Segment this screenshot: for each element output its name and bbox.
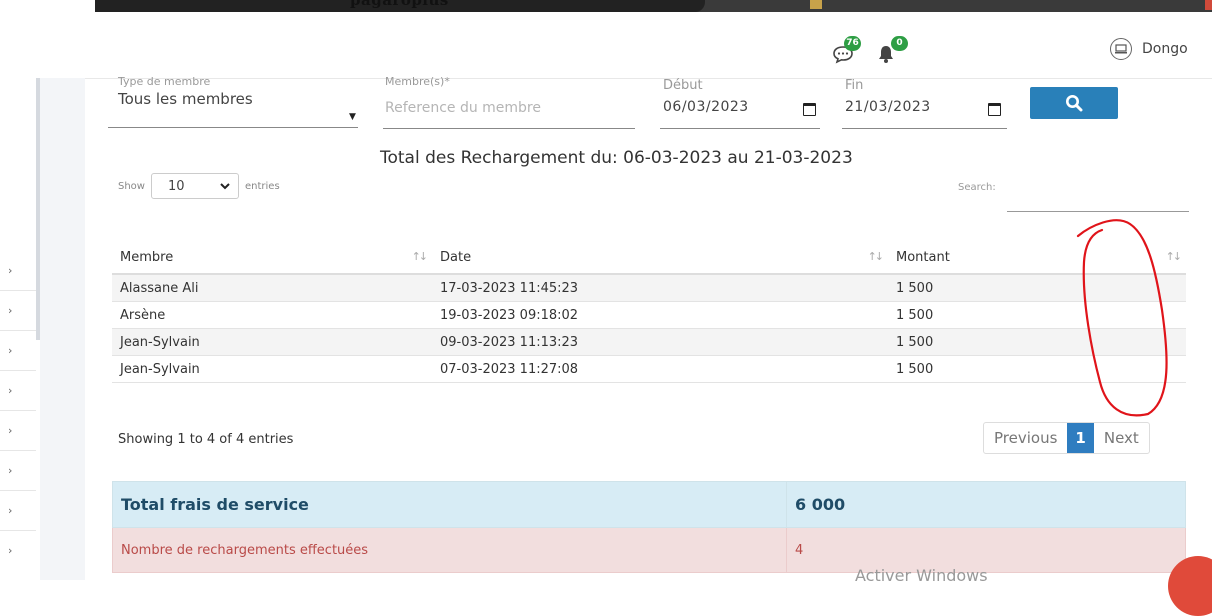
sidebar-item-chevron-icon[interactable]: › (8, 264, 12, 277)
debut-label: Début (663, 78, 703, 93)
search-label: Search: (958, 182, 996, 193)
column-header-date[interactable]: Date ↑↓ (432, 241, 888, 275)
red-annotation-mark (1076, 219, 1168, 417)
fin-underline (842, 128, 1007, 129)
membre-label: Membre(s)* (385, 75, 450, 88)
top-header: 76 0 Dongo (0, 14, 1212, 79)
table-row: Jean-Sylvain 07-03-2023 11:27:08 1 500 (112, 355, 1186, 383)
browser-profile-icon[interactable] (1205, 0, 1212, 10)
sidebar-item-chevron-icon[interactable]: › (8, 304, 12, 317)
cell-date: 19-03-2023 09:18:02 (432, 301, 888, 329)
sidebar-scrollbar[interactable] (36, 78, 40, 340)
type-membre-underline (108, 127, 358, 128)
debut-date-input[interactable]: 06/03/2023 (663, 99, 749, 115)
type-membre-select[interactable]: Tous les membres (118, 90, 253, 108)
cell-membre: Alassane Ali (112, 274, 432, 302)
sort-icon[interactable]: ↑↓ (868, 250, 885, 263)
avatar-icon (1110, 38, 1132, 60)
sidebar-item-chevron-icon[interactable]: › (8, 464, 12, 477)
entries-value: 10 (167, 178, 185, 194)
sidebar-item-chevron-icon[interactable]: › (8, 504, 12, 517)
cell-date: 09-03-2023 11:13:23 (432, 328, 888, 356)
sort-icon[interactable]: ↑↓ (412, 250, 429, 263)
membre-input[interactable]: Reference du membre (385, 100, 541, 116)
search-button[interactable] (1030, 87, 1118, 119)
debut-underline (660, 128, 820, 129)
pagination: Previous 1 Next (983, 422, 1150, 454)
previous-button[interactable]: Previous (984, 423, 1067, 453)
sidebar: › › › › › › › › (0, 78, 85, 580)
entries-label: entries (244, 180, 280, 192)
sidebar-item-chevron-icon[interactable]: › (8, 384, 12, 397)
recharges-table: Membre ↑↓ Date ↑↓ Montant ↑↓ Alassane Al… (112, 241, 1186, 383)
table-header-row: Membre ↑↓ Date ↑↓ Montant ↑↓ (112, 241, 1186, 275)
user-menu[interactable]: Dongo (1110, 38, 1188, 60)
notifications-badge: 0 (891, 36, 908, 51)
user-name: Dongo (1142, 41, 1188, 57)
sidebar-item-chevron-icon[interactable]: › (8, 544, 12, 557)
sidebar-panel (40, 78, 85, 580)
cell-membre: Arsène (112, 301, 432, 329)
extension-icon[interactable] (810, 0, 822, 9)
cell-date: 07-03-2023 11:27:08 (432, 355, 888, 383)
browser-tab-strip: pagaroplus (0, 0, 1212, 14)
cell-membre: Jean-Sylvain (112, 355, 432, 383)
table-row: Jean-Sylvain 09-03-2023 11:13:23 1 500 (112, 328, 1186, 356)
show-label: Show (118, 180, 145, 192)
total-frais-row: Total frais de service 6 000 (112, 481, 1186, 528)
chevron-down-icon (220, 182, 230, 189)
browser-tab-title: pagaroplus (350, 0, 449, 9)
type-membre-label: Type de membre (118, 75, 211, 88)
messages-badge: 76 (844, 36, 861, 51)
table-row: Alassane Ali 17-03-2023 11:45:23 1 500 (112, 274, 1186, 302)
sidebar-divider (0, 490, 36, 491)
sidebar-item-chevron-icon[interactable]: › (8, 344, 12, 357)
sidebar-divider (0, 530, 36, 531)
sidebar-item-chevron-icon[interactable]: › (8, 424, 12, 437)
total-frais-label: Total frais de service (112, 481, 787, 528)
table-info: Showing 1 to 4 of 4 entries (118, 432, 294, 447)
bell-icon[interactable] (878, 45, 894, 67)
page-1-button[interactable]: 1 (1067, 423, 1094, 453)
fin-date-input[interactable]: 21/03/2023 (845, 99, 931, 115)
table-search-input[interactable] (1007, 175, 1189, 212)
activation-watermark: Activer Windows (855, 566, 988, 585)
total-frais-value: 6 000 (786, 481, 1186, 528)
column-header-membre[interactable]: Membre ↑↓ (112, 241, 432, 275)
nombre-rechargements-label: Nombre de rechargements effectuées (112, 527, 787, 573)
sidebar-divider (0, 290, 36, 291)
fin-label: Fin (845, 78, 864, 93)
length-menu: Show 10 entries (118, 173, 280, 199)
fin-calendar-icon[interactable] (988, 103, 1001, 116)
table-row: Arsène 19-03-2023 09:18:02 1 500 (112, 301, 1186, 329)
sidebar-divider (0, 450, 36, 451)
sidebar-divider (0, 410, 36, 411)
entries-select[interactable]: 10 (150, 173, 239, 199)
search-icon (1066, 95, 1083, 112)
next-button[interactable]: Next (1094, 423, 1149, 453)
nombre-rechargements-row: Nombre de rechargements effectuées 4 (112, 527, 1186, 573)
select-caret-icon[interactable]: ▼ (349, 112, 356, 122)
totals-table: Total frais de service 6 000 Nombre de r… (112, 481, 1186, 573)
debut-calendar-icon[interactable] (803, 103, 816, 116)
sidebar-divider (0, 330, 36, 331)
sidebar-divider (0, 370, 36, 371)
report-title: Total des Rechargement du: 06-03-2023 au… (380, 148, 853, 168)
cell-date: 17-03-2023 11:45:23 (432, 274, 888, 302)
membre-underline (383, 128, 635, 129)
cell-membre: Jean-Sylvain (112, 328, 432, 356)
